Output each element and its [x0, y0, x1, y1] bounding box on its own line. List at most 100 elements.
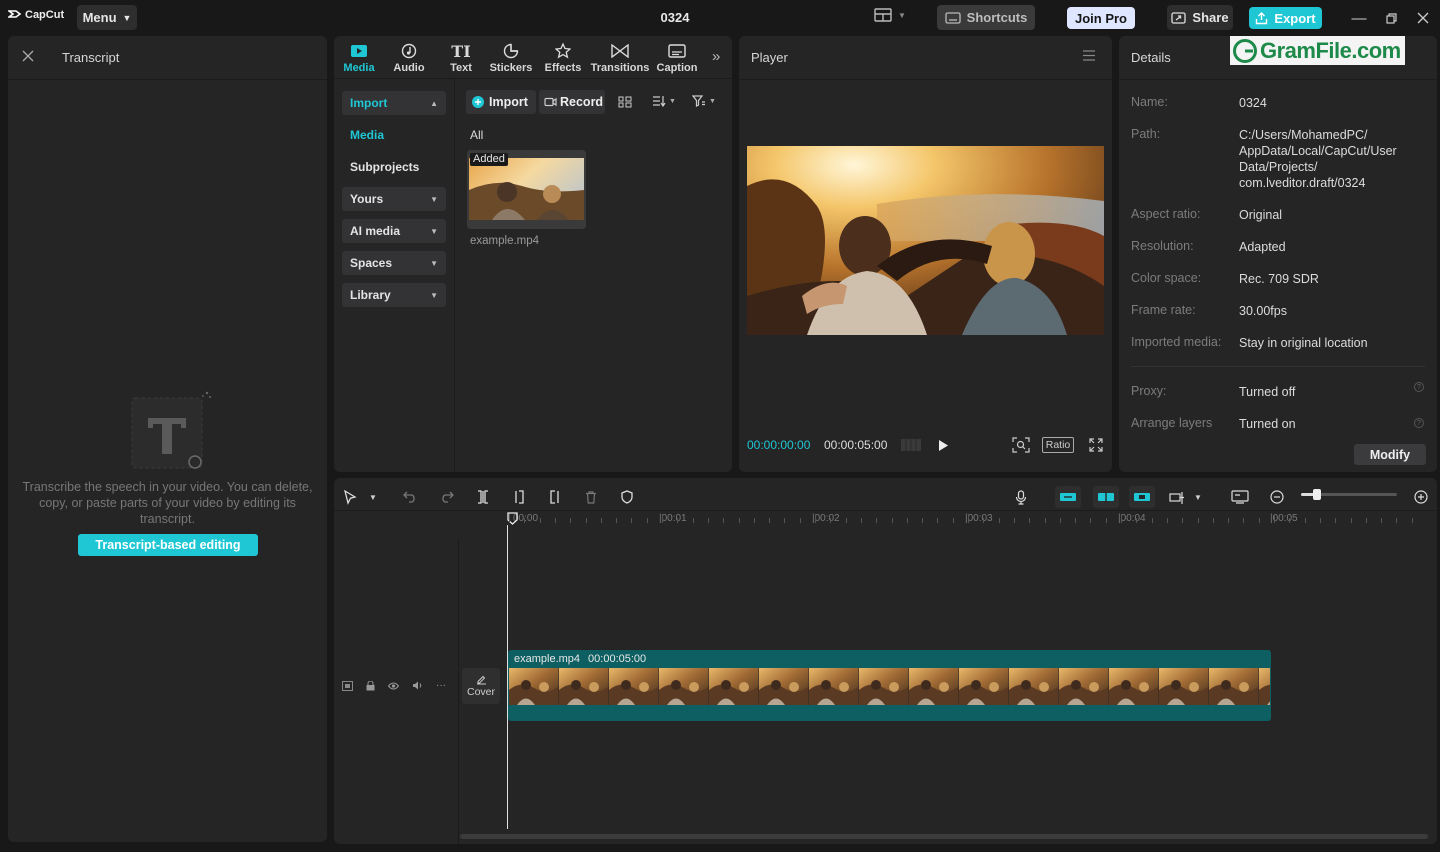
preview-axis-dropdown[interactable]: ▼	[1187, 486, 1209, 508]
lock-icon[interactable]	[366, 680, 375, 691]
shortcuts-button[interactable]: Shortcuts	[937, 5, 1035, 30]
zoom-fit-button[interactable]	[1012, 437, 1030, 453]
tool-caption[interactable]: Caption	[652, 40, 702, 76]
caption-icon	[668, 44, 686, 58]
close-window-button[interactable]	[1411, 6, 1435, 30]
ratio-button[interactable]: Ratio	[1042, 437, 1074, 453]
zoom-slider[interactable]	[1301, 489, 1397, 500]
media-clip-thumbnail[interactable]: Added	[467, 150, 586, 229]
shield-button[interactable]	[616, 486, 638, 508]
split-left-icon	[515, 490, 524, 504]
transcript-editing-button[interactable]: Transcript-based editing	[78, 534, 258, 556]
sidebar-item-label: Library	[350, 288, 391, 302]
tool-stickers[interactable]: Stickers	[486, 40, 536, 76]
timeline-frames-button[interactable]	[900, 438, 922, 452]
tool-text[interactable]: TI Text	[436, 40, 486, 76]
select-mode-dropdown[interactable]: ▼	[362, 486, 384, 508]
sidebar-item-library[interactable]: Library ▼	[342, 283, 446, 307]
ruler-tick	[815, 514, 816, 523]
close-transcript-button[interactable]	[22, 50, 34, 62]
split-right-button[interactable]	[544, 486, 566, 508]
timeline-video-clip[interactable]: example.mp4 00:00:05:00	[508, 650, 1271, 721]
share-label: Share	[1192, 10, 1229, 25]
shortcuts-label: Shortcuts	[966, 10, 1028, 25]
info-icon[interactable]: ?	[1414, 418, 1424, 428]
modify-button[interactable]: Modify	[1354, 444, 1426, 465]
ruler-tick	[983, 518, 985, 523]
sidebar-item-import[interactable]: Import ▲	[342, 91, 446, 115]
sidebar-item-yours[interactable]: Yours ▼	[342, 187, 446, 211]
ruler-tick	[723, 518, 725, 523]
minimize-button[interactable]: —	[1347, 6, 1371, 30]
player-menu-button[interactable]	[1082, 50, 1096, 61]
sidebar-item-label: Media	[350, 128, 385, 142]
maximize-button[interactable]	[1379, 6, 1403, 30]
sidebar-item-subprojects[interactable]: Subprojects	[342, 155, 446, 179]
split-left-button[interactable]	[508, 486, 530, 508]
chevron-down-icon: ▼	[1194, 492, 1202, 502]
video-preview[interactable]	[747, 146, 1104, 335]
track-toggle-icon[interactable]	[342, 680, 353, 691]
sidebar-item-media[interactable]: Media	[342, 123, 446, 147]
playhead-line	[507, 525, 508, 829]
tool-transitions[interactable]: Transitions	[590, 40, 650, 76]
track-controls: ···	[342, 680, 446, 691]
redo-button[interactable]	[436, 486, 458, 508]
sidebar-item-spaces[interactable]: Spaces ▼	[342, 251, 446, 275]
detail-value: Rec. 709 SDR	[1239, 272, 1319, 286]
fullscreen-button[interactable]	[1089, 438, 1103, 452]
split-button[interactable]	[472, 486, 494, 508]
more-icon[interactable]: ···	[436, 680, 446, 691]
zoom-out-button[interactable]	[1266, 486, 1288, 508]
sort-button[interactable]: ▼	[652, 95, 676, 107]
undo-button[interactable]	[399, 486, 421, 508]
tool-audio[interactable]: Audio	[384, 40, 434, 76]
eye-icon[interactable]	[388, 682, 399, 690]
main-track-magnet-button[interactable]	[1055, 486, 1081, 508]
player-title: Player	[751, 50, 788, 65]
record-button[interactable]: Record	[539, 90, 605, 114]
watermark-logo: GramFile.com	[1230, 36, 1405, 65]
sidebar-item-ai-media[interactable]: AI media ▼	[342, 219, 446, 243]
edit-pencil-icon	[476, 675, 486, 685]
cover-label: Cover	[466, 686, 495, 698]
join-pro-button[interactable]: Join Pro	[1067, 7, 1135, 29]
cover-button[interactable]: Cover	[462, 668, 500, 704]
delete-button[interactable]	[580, 486, 602, 508]
layout-icon	[874, 8, 892, 22]
ruler-tick	[845, 518, 847, 523]
select-tool-button[interactable]	[339, 486, 361, 508]
detail-value: 30.00fps	[1239, 304, 1287, 318]
filter-button[interactable]: ▼	[692, 95, 716, 107]
tool-effects[interactable]: Effects	[538, 40, 588, 76]
ruler-tick	[1075, 518, 1077, 523]
info-icon[interactable]: ?	[1414, 382, 1424, 392]
tool-label: Caption	[656, 62, 698, 74]
detail-key: Name:	[1131, 95, 1168, 109]
sort-icon	[653, 96, 666, 107]
auto-snap-button[interactable]	[1093, 486, 1119, 508]
more-tools-button[interactable]: »	[712, 48, 720, 65]
play-button[interactable]	[938, 439, 949, 452]
ruler-tick	[891, 518, 893, 523]
share-button[interactable]: Share	[1167, 5, 1233, 30]
zoom-out-icon	[1270, 490, 1284, 504]
zoom-in-button[interactable]	[1410, 486, 1432, 508]
ruler-tick	[1013, 518, 1015, 523]
clip-name: example.mp4	[514, 653, 581, 665]
import-button[interactable]: Import	[466, 90, 536, 114]
volume-icon[interactable]	[412, 681, 423, 690]
record-audio-button[interactable]	[1010, 486, 1032, 508]
media-icon	[351, 45, 367, 57]
link-clips-button[interactable]	[1129, 486, 1155, 508]
thumbnail-toggle-button[interactable]	[1229, 486, 1251, 508]
horizontal-scrollbar[interactable]	[460, 834, 1428, 839]
zoom-slider-handle[interactable]	[1313, 489, 1322, 500]
tool-media[interactable]: Media	[334, 40, 384, 76]
layout-button[interactable]: ▼	[874, 8, 906, 22]
clip-header: example.mp4 00:00:05:00	[514, 653, 646, 665]
menu-button[interactable]: Menu ▼	[77, 5, 137, 30]
preview-axis-button[interactable]	[1166, 486, 1188, 508]
export-button[interactable]: Export	[1249, 7, 1322, 29]
grid-view-button[interactable]	[618, 96, 632, 108]
